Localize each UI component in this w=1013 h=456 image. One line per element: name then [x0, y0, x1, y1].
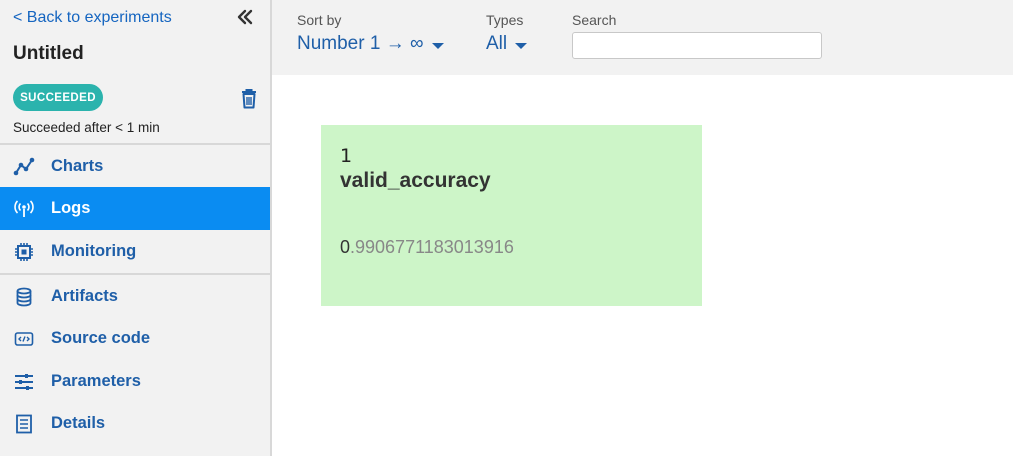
sidebar-item-artifacts[interactable]: Artifacts — [0, 275, 270, 318]
sidebar-item-monitoring[interactable]: Monitoring — [0, 230, 270, 273]
collapse-sidebar-icon[interactable] — [234, 6, 256, 28]
run-title: Untitled — [13, 43, 84, 64]
code-icon — [13, 328, 35, 350]
sidebar-item-label: Charts — [51, 157, 104, 175]
log-metric-value: 0.9906771183013916 — [340, 237, 514, 258]
sidebar: < Back to experiments Untitled SUCCEEDED… — [0, 0, 272, 456]
app-root: < Back to experiments Untitled SUCCEEDED… — [0, 0, 1013, 456]
sort-by-label: Sort by — [297, 12, 342, 28]
broadcast-icon — [13, 198, 35, 220]
log-value-integer: 0 — [340, 237, 351, 257]
database-icon — [13, 286, 35, 308]
line-chart-icon — [13, 156, 35, 178]
chevron-down-icon — [515, 42, 528, 49]
log-card: 1 valid_accuracy 0.9906771183013916 — [321, 125, 702, 306]
log-metric-name: valid_accuracy — [340, 169, 491, 192]
log-step-number: 1 — [340, 145, 353, 167]
sliders-icon — [13, 371, 35, 393]
types-value: All — [486, 33, 508, 54]
search-input[interactable] — [572, 32, 822, 59]
sidebar-item-label: Details — [51, 414, 106, 432]
status-badge: SUCCEEDED — [13, 84, 103, 111]
trash-icon[interactable] — [240, 88, 258, 109]
sidebar-item-logs[interactable]: Logs — [0, 187, 270, 230]
log-value-fraction: .9906771183013916 — [350, 237, 514, 257]
sidebar-item-label: Logs — [51, 199, 91, 217]
search-label: Search — [572, 12, 617, 28]
types-select[interactable]: All — [486, 33, 528, 55]
sidebar-item-parameters[interactable]: Parameters — [0, 360, 270, 403]
sidebar-item-label: Parameters — [51, 372, 141, 390]
sidebar-item-source-code[interactable]: Source code — [0, 317, 270, 360]
sidebar-item-label: Source code — [51, 329, 151, 347]
sort-by-select[interactable]: Number 1 → ∞ — [297, 33, 444, 55]
filter-toolbar: Sort by Number 1 → ∞ Types All Search — [272, 0, 1013, 75]
chevron-down-icon — [431, 42, 444, 49]
sidebar-item-details[interactable]: Details — [0, 402, 270, 445]
back-to-experiments-link[interactable]: < Back to experiments — [13, 9, 172, 27]
sidebar-item-charts[interactable]: Charts — [0, 145, 270, 188]
document-icon — [13, 413, 35, 435]
sort-by-value: Number 1 → ∞ — [297, 33, 424, 54]
cpu-chip-icon — [13, 241, 35, 263]
types-label: Types — [486, 12, 524, 28]
sidebar-item-label: Monitoring — [51, 242, 137, 260]
status-duration-text: Succeeded after < 1 min — [13, 120, 160, 135]
sidebar-item-label: Artifacts — [51, 287, 118, 305]
